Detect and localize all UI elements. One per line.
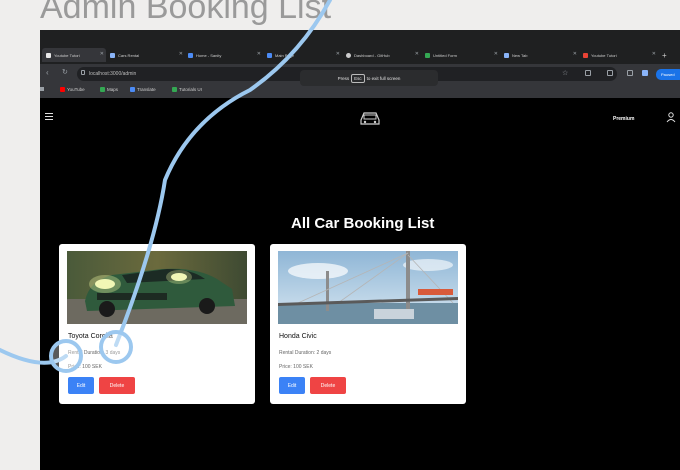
tab-dashboard-github[interactable]: Dashboard - GitHub ✕ [346,48,421,62]
bookmark-youtube[interactable]: YouTube [60,87,85,92]
url-text: localhost:3000/admin [89,71,137,77]
tab-label: Untitled Form [433,52,458,58]
youtube-icon [60,87,65,92]
bookmark-maps[interactable]: Maps [100,87,118,92]
profile-button[interactable]: Paused [656,69,680,80]
tab-label: New Tab [512,52,528,58]
close-icon[interactable]: ✕ [573,51,577,57]
rental-duration: Rental Duration: 2 days [279,350,332,356]
booking-card: Toyota Corolla Rental Duration: 3 days P… [59,244,255,404]
user-icon[interactable] [666,112,676,123]
car-logo-icon[interactable] [358,108,382,126]
maps-icon [100,87,105,92]
edit-button[interactable]: Edit [68,377,94,394]
browser-window: Youtube Tutori ✕ Cars Rental ✕ Home - Sa… [40,30,680,470]
apps-icon [40,87,44,91]
car-image [67,251,247,324]
tab-main-page[interactable]: Main Page ✕ [267,48,342,62]
translate-icon [130,87,135,92]
close-icon[interactable]: ✕ [652,51,656,57]
car-price: Price: 100 SEK [279,364,313,370]
toast-suffix: to exit full screen [366,75,401,81]
star-icon[interactable]: ☆ [562,69,568,77]
bookmarks-bar: YouTube Maps Translate Tutorials UI [40,84,680,98]
bookmark-apps[interactable] [40,87,44,91]
tab-youtube-tutorial-2[interactable]: Youtube Tutori ✕ [583,48,658,62]
slide-title: Admin Booking List [40,0,332,26]
page-title: All Car Booking List [291,215,435,232]
tab-new-tab[interactable]: New Tab ✕ [504,48,579,62]
tab-bar: Youtube Tutori ✕ Cars Rental ✕ Home - Sa… [40,30,680,64]
close-icon[interactable]: ✕ [100,51,104,57]
download-icon[interactable] [607,70,613,76]
tab-label: Youtube Tutori [54,52,80,58]
favicon-icon [504,52,509,58]
lock-icon [81,70,85,75]
car-price: Price: 100 SEK [68,364,102,370]
plus-icon: + [662,50,667,60]
close-icon[interactable]: ✕ [415,51,419,57]
tab-label: Youtube Tutori [591,52,617,58]
close-icon[interactable]: ✕ [257,51,261,57]
tab-label: Cars Rental [118,52,140,58]
bookmark-label: Maps [107,87,119,92]
delete-button[interactable]: Delete [310,377,346,394]
tab-label: Home - Sanity [196,52,222,58]
edit-button[interactable]: Edit [279,377,305,394]
favicon-icon [188,52,193,58]
favicon-icon [267,52,272,58]
page-content: Premium All Car Booking List Toyota Coro… [40,98,680,470]
toast-prefix: Press [337,75,350,81]
new-tab-button[interactable]: + [662,48,678,62]
car-name: Toyota Corolla [68,333,113,340]
tab-label: Main Page [275,52,295,58]
bookmark-tutorials[interactable]: Tutorials UI [172,87,202,92]
favicon-icon [425,52,430,58]
toast-key: Esc [351,73,365,83]
extensions-icon[interactable] [585,70,591,76]
bookmark-label: Tutorials UI [179,87,202,92]
rental-duration: Rental Duration: 3 days [68,350,121,356]
close-icon[interactable]: ✕ [336,51,340,57]
reload-icon[interactable]: ↻ [62,68,68,76]
nav-premium-link[interactable]: Premium [613,116,634,122]
booking-card: Honda Civic Rental Duration: 2 days Pric… [270,244,466,404]
delete-button[interactable]: Delete [99,377,135,394]
github-icon [346,52,351,58]
tab-youtube-tutorial[interactable]: Youtube Tutori ✕ [42,48,106,62]
tab-label: Dashboard - GitHub [354,52,390,58]
car-name: Honda Civic [279,333,317,340]
close-icon[interactable]: ✕ [179,51,183,57]
bookmark-icon [172,87,177,92]
fullscreen-toast: Press Esc to exit full screen [300,70,438,86]
bookmark-label: Translate [137,87,156,92]
account-icon[interactable] [642,70,648,76]
bookmark-translate[interactable]: Translate [130,87,156,92]
tab-untitled-form[interactable]: Untitled Form ✕ [425,48,500,62]
tab-home-sanity[interactable]: Home - Sanity ✕ [188,48,263,62]
sidebar-icon[interactable] [627,70,633,76]
bookmark-label: YouTube [67,87,85,92]
tab-cars-rental[interactable]: Cars Rental ✕ [110,48,185,62]
close-icon[interactable]: ✕ [494,51,498,57]
back-icon[interactable]: ‹ [46,68,49,77]
favicon-icon [46,52,51,58]
menu-icon[interactable] [45,113,53,120]
favicon-icon [110,52,115,58]
favicon-icon [583,52,588,58]
car-image [278,251,458,324]
